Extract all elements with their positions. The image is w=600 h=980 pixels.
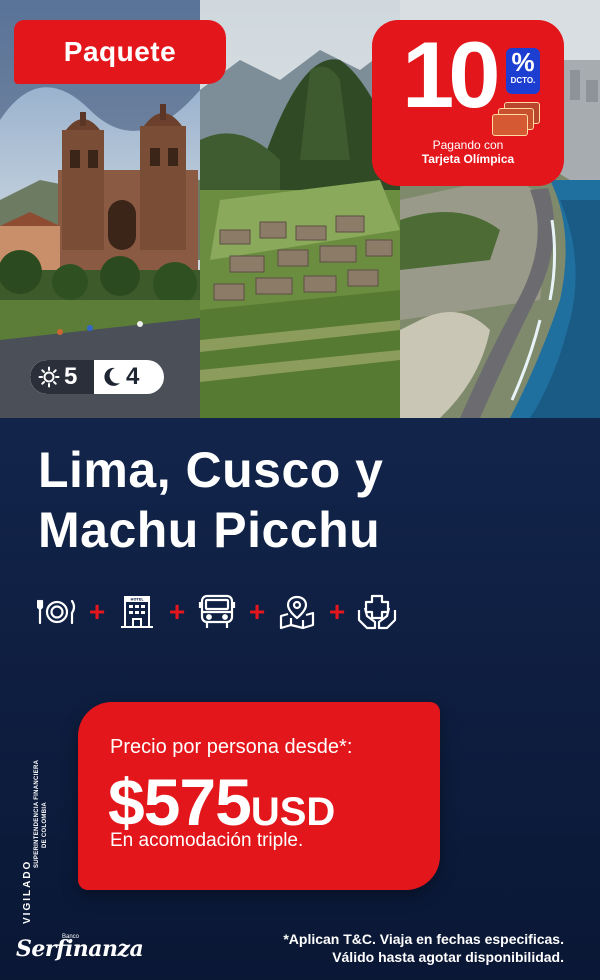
disclaimer: *Aplican T&C. Viaja en fechas especifica… — [244, 930, 564, 966]
hotel-icon: HOTEL — [116, 592, 158, 632]
regulator-country: DE COLOMBIA — [42, 802, 48, 848]
disclaimer-line-2: Válido hasta agotar disponibilidad. — [332, 949, 564, 965]
promo-banner: Paquete 10 % DCTO. Pagando con Tarjeta O… — [0, 0, 600, 980]
price-box: Precio por persona desde*: $575USD En ac… — [78, 702, 440, 890]
disclaimer-line-1: *Aplican T&C. Viaja en fechas especifica… — [283, 931, 564, 947]
discount-label: DCTO. — [510, 76, 536, 85]
vigilado-label: VIGILADO — [22, 859, 33, 924]
food-icon — [36, 592, 78, 632]
map-location-icon — [276, 592, 318, 632]
price-value: $575 — [108, 765, 252, 839]
title-line-1: Lima, Cusco y — [38, 442, 384, 498]
days-number: 5 — [64, 363, 78, 390]
destination-title: Lima, Cusco y Machu Picchu — [38, 440, 568, 560]
discount-badge: 10 % DCTO. Pagando con Tarjeta Olímpica — [372, 20, 564, 186]
photo-collage: Paquete 10 % DCTO. Pagando con Tarjeta O… — [0, 0, 600, 418]
machu-picchu-photo — [200, 0, 400, 418]
brand-prefix: Banco — [62, 934, 80, 940]
health-insurance-icon — [356, 592, 398, 632]
percent-badge: % DCTO. — [506, 48, 540, 94]
plus-sign: + — [248, 596, 266, 627]
promo-card-name: Tarjeta Olímpica — [421, 152, 515, 166]
duration-badge: 5 4 — [30, 360, 164, 394]
title-line-2: Machu Picchu — [38, 502, 381, 558]
bus-icon — [196, 592, 238, 632]
regulator-name: SUPERINTENDENCIA FINANCIERA — [34, 759, 40, 868]
svg-text:HOTEL: HOTEL — [131, 597, 145, 601]
days-count: 5 — [30, 360, 94, 394]
brand-name: Serfinanza — [16, 936, 144, 962]
discount-number: 10 — [402, 22, 501, 127]
plus-sign: + — [328, 596, 346, 627]
nights-number: 4 — [126, 363, 140, 390]
included-services: + HOTEL + + + — [36, 592, 398, 632]
price-label: Precio por persona desde*: — [110, 736, 353, 758]
percent-sign: % — [511, 47, 535, 77]
credit-cards-icon — [492, 98, 540, 138]
plus-sign: + — [88, 596, 106, 627]
promo-condition: Pagando con — [432, 138, 504, 152]
regulator-mark: VIGILADO SUPERINTENDENCIA FINANCIERA DE … — [14, 738, 54, 924]
price-currency: USD — [250, 790, 336, 834]
sun-icon — [38, 366, 60, 388]
nights-count: 4 — [94, 360, 139, 394]
package-tag: Paquete — [14, 20, 226, 84]
brand-logo: Banco Serfinanza — [16, 934, 144, 962]
price-note: En acomodación triple. — [110, 830, 304, 851]
moon-icon — [104, 367, 120, 386]
plus-sign: + — [168, 596, 186, 627]
